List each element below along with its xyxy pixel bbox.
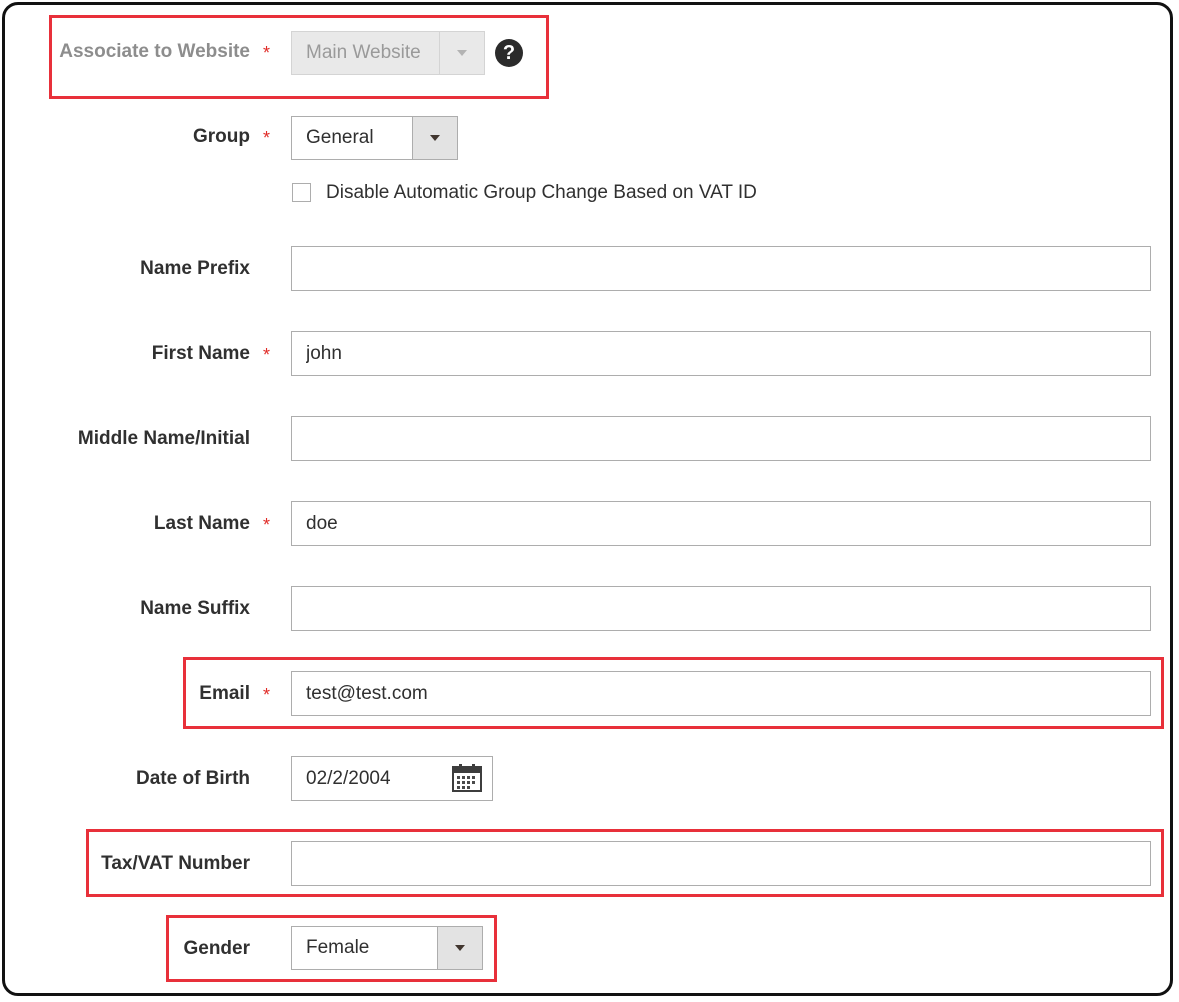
website-select[interactable]: Main Website xyxy=(291,31,485,75)
gender-select-value: Female xyxy=(306,937,370,958)
website-required-mark: * xyxy=(263,43,271,63)
group-select-value: General xyxy=(306,127,374,148)
website-select-toggle xyxy=(439,32,484,74)
chevron-down-icon xyxy=(457,50,467,56)
gender-select[interactable]: Female xyxy=(291,926,483,970)
group-select[interactable]: General xyxy=(291,116,458,160)
name-suffix-label: Name Suffix xyxy=(140,598,250,619)
last-name-input[interactable] xyxy=(291,501,1151,546)
gender-select-toggle xyxy=(437,927,482,969)
email-input[interactable] xyxy=(291,671,1151,716)
question-circle-icon[interactable]: ? xyxy=(495,39,523,67)
first-name-input[interactable] xyxy=(291,331,1151,376)
chevron-down-icon xyxy=(430,135,440,141)
name-prefix-input[interactable] xyxy=(291,246,1151,291)
middle-name-label: Middle Name/Initial xyxy=(77,428,250,449)
first-name-label: First Name xyxy=(151,343,250,364)
name-suffix-input[interactable] xyxy=(291,586,1151,631)
gender-label: Gender xyxy=(183,938,250,959)
group-label: Group xyxy=(193,126,250,147)
last-name-required-mark: * xyxy=(263,515,271,535)
email-label: Email xyxy=(199,683,250,704)
email-required-mark: * xyxy=(263,685,271,705)
middle-name-input[interactable] xyxy=(291,416,1151,461)
disable-group-change-label[interactable]: Disable Automatic Group Change Based on … xyxy=(326,182,757,204)
last-name-label: Last Name xyxy=(153,513,250,534)
group-select-toggle xyxy=(412,117,457,159)
calendar-icon[interactable] xyxy=(452,764,482,792)
website-select-value: Main Website xyxy=(306,42,421,63)
taxvat-label: Tax/VAT Number xyxy=(101,853,250,874)
group-required-mark: * xyxy=(263,128,271,148)
name-prefix-label: Name Prefix xyxy=(140,258,250,279)
disable-group-change-checkbox[interactable] xyxy=(292,183,311,202)
first-name-required-mark: * xyxy=(263,345,271,365)
dob-label: Date of Birth xyxy=(136,768,250,789)
chevron-down-icon xyxy=(455,945,465,951)
website-label: Associate to Website xyxy=(59,41,250,62)
taxvat-input[interactable] xyxy=(291,841,1151,886)
